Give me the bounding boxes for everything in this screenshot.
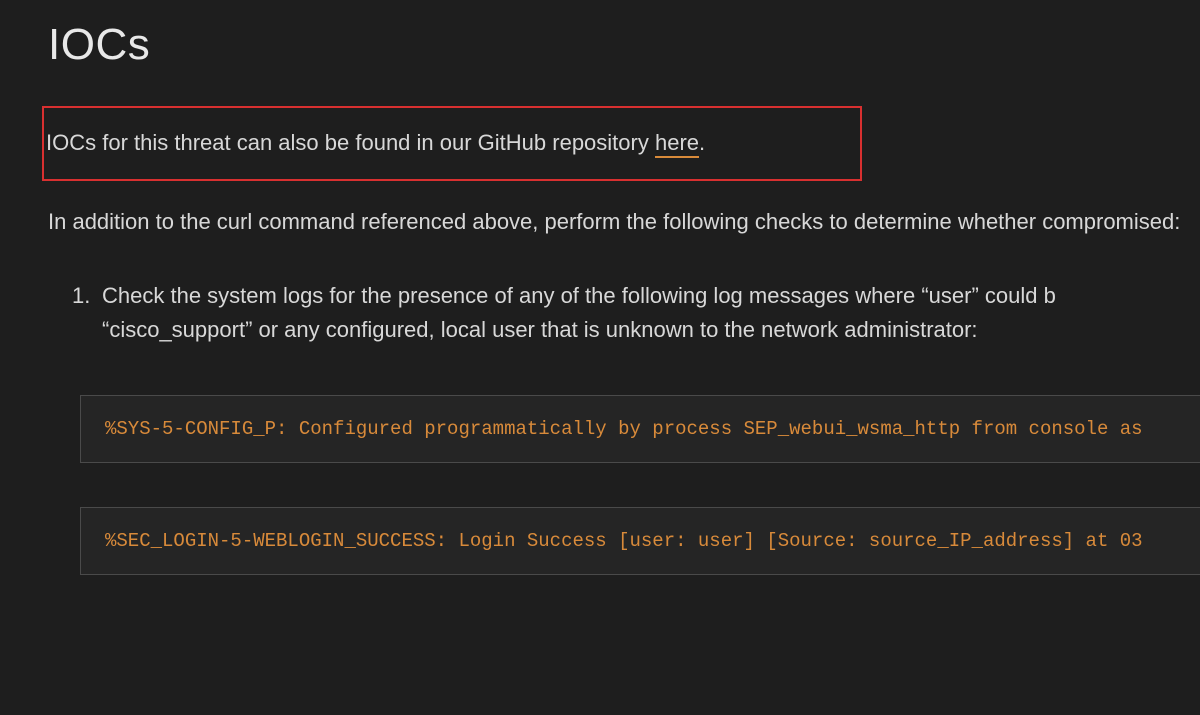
intro-paragraph: IOCs for this threat can also be found i… (46, 126, 852, 159)
list-item-1: 1. Check the system logs for the presenc… (80, 279, 1200, 347)
highlighted-callout: IOCs for this threat can also be found i… (42, 106, 862, 181)
intro-prefix: IOCs for this threat can also be found i… (46, 130, 655, 155)
list-item-text: Check the system logs for the presence o… (102, 283, 1056, 342)
body-paragraph: In addition to the curl command referenc… (48, 205, 1200, 239)
intro-suffix: . (699, 130, 705, 155)
section-heading: IOCs (48, 20, 1200, 70)
list-marker: 1. (72, 279, 90, 313)
log-code-block-1: %SYS-5-CONFIG_P: Configured programmatic… (80, 395, 1200, 463)
github-link[interactable]: here (655, 130, 699, 158)
checks-list: 1. Check the system logs for the presenc… (48, 279, 1200, 347)
log-code-block-2: %SEC_LOGIN-5-WEBLOGIN_SUCCESS: Login Suc… (80, 507, 1200, 575)
